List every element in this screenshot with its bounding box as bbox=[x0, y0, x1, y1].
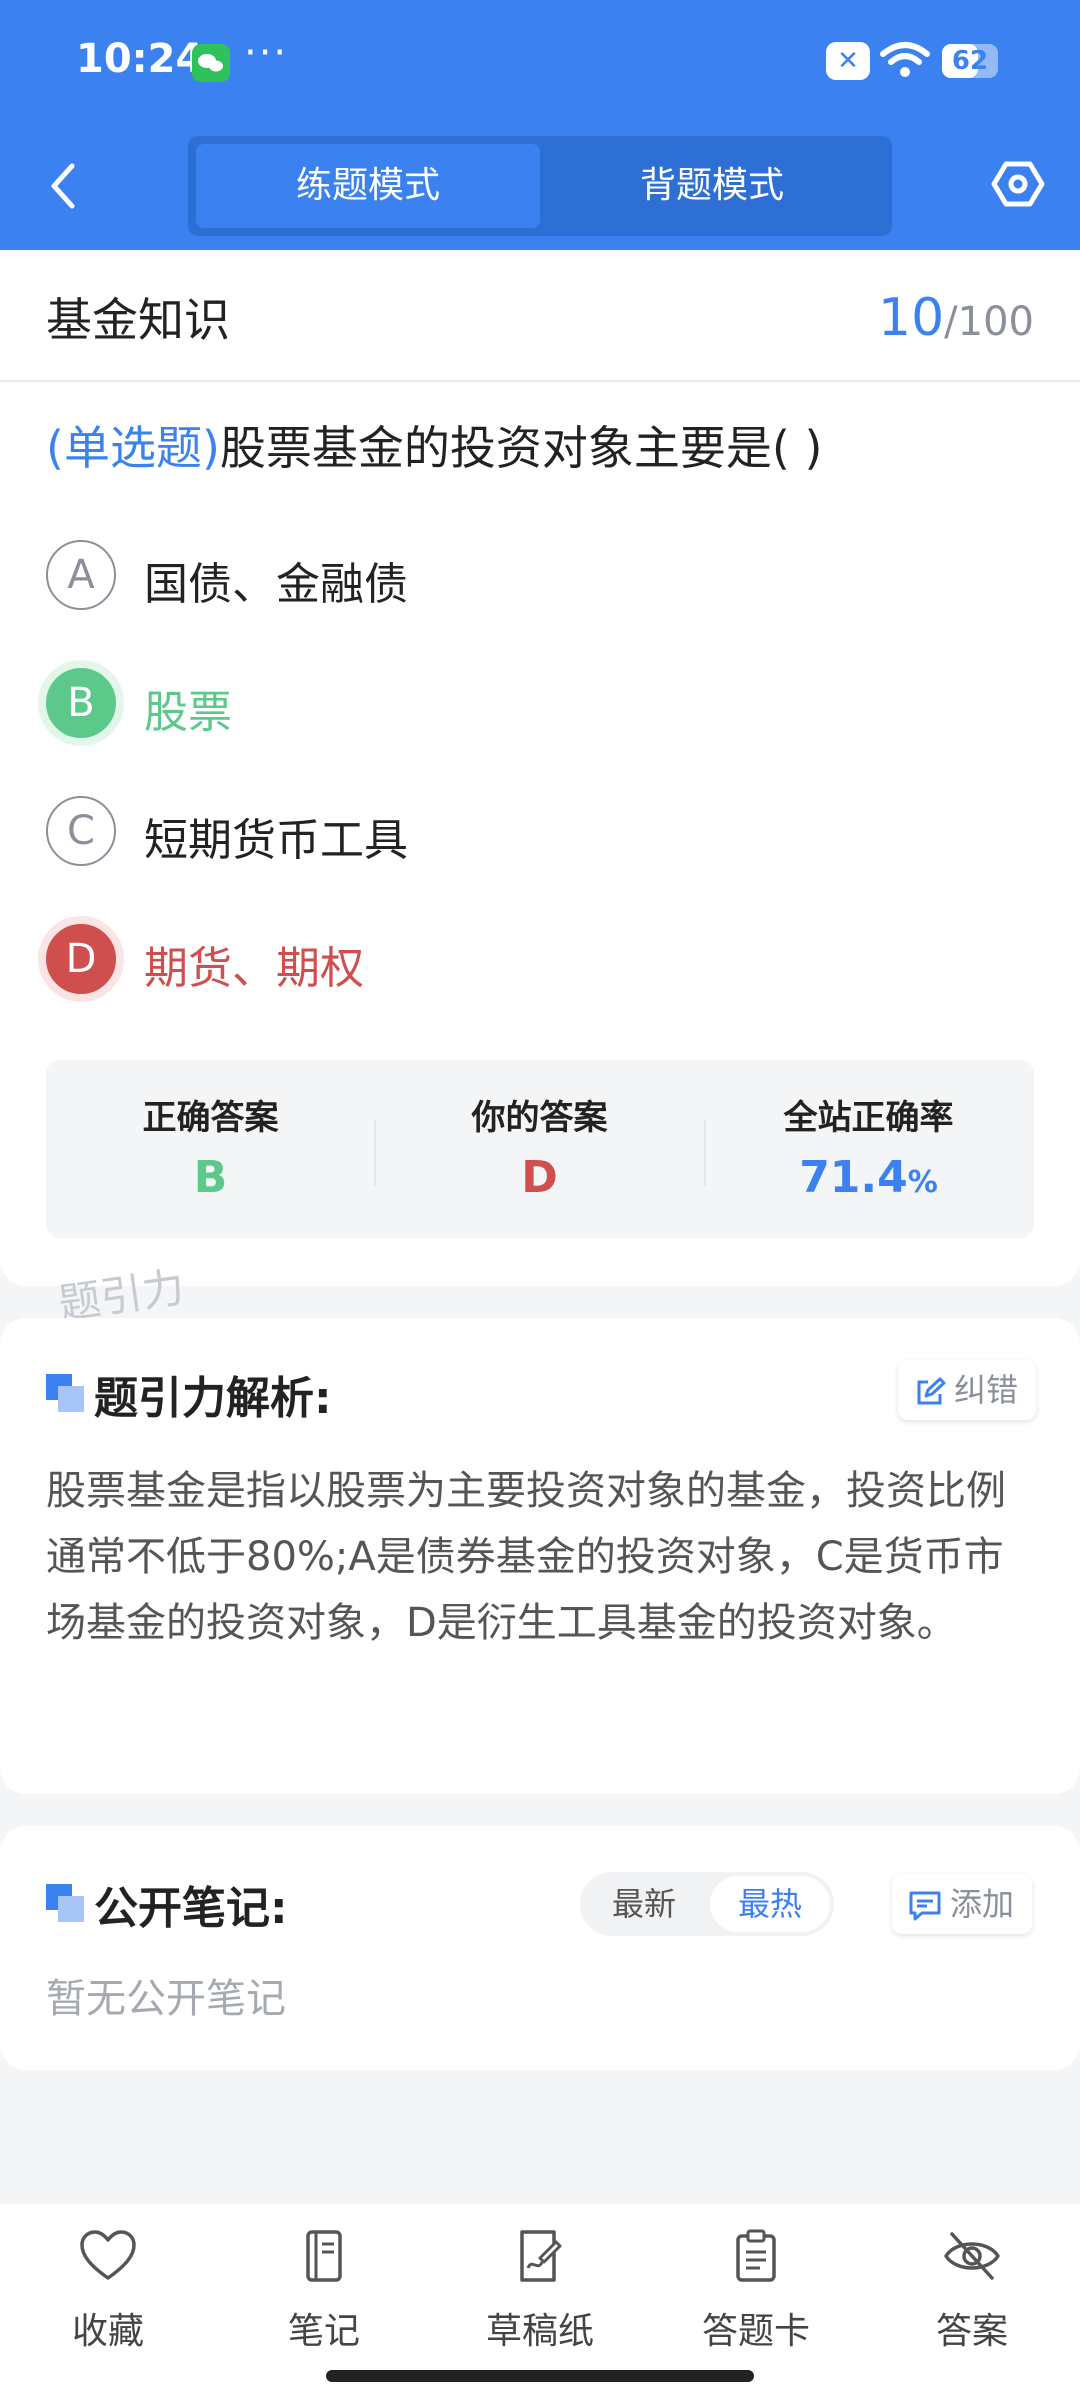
notes-title: 公开笔记: bbox=[94, 1883, 288, 1934]
notes-empty-state: 暂无公开笔记 bbox=[46, 1976, 286, 2022]
option-text: 期货、期权 bbox=[144, 943, 364, 994]
your-answer-label: 你的答案 bbox=[471, 1098, 608, 1138]
nav-label: 笔记 bbox=[287, 2311, 360, 2352]
nav-answer-sheet[interactable]: 答题卡 bbox=[648, 2228, 864, 2354]
accuracy-value: 71.4% bbox=[704, 1152, 1033, 1203]
notes-sort-toggle: 最新 最热 bbox=[580, 1872, 834, 1936]
more-notifications-icon: ··· bbox=[244, 30, 289, 76]
subject-title: 基金知识 bbox=[46, 293, 230, 347]
progress-total: /100 bbox=[944, 299, 1034, 345]
your-answer-value: D bbox=[521, 1152, 558, 1203]
report-error-label: 纠错 bbox=[954, 1371, 1019, 1409]
option-b[interactable]: B 股票 bbox=[46, 668, 946, 740]
option-text: 国债、金融债 bbox=[144, 559, 408, 610]
notes-section: 公开笔记: 最新 最热 添加 暂无公开笔记 bbox=[0, 1826, 1080, 2070]
settings-icon[interactable] bbox=[990, 156, 1046, 212]
nav-draft[interactable]: 草稿纸 bbox=[432, 2228, 648, 2354]
option-d[interactable]: D 期货、期权 bbox=[46, 924, 946, 996]
sort-newest[interactable]: 最新 bbox=[584, 1876, 704, 1932]
nav-answer[interactable]: 答案 bbox=[864, 2228, 1080, 2354]
accuracy-label: 全站正确率 bbox=[783, 1098, 954, 1138]
eye-off-icon bbox=[944, 2232, 1000, 2280]
sort-hottest[interactable]: 最热 bbox=[710, 1876, 830, 1932]
clipboard-icon bbox=[736, 2229, 776, 2282]
wechat-notification-icon bbox=[192, 44, 230, 82]
option-letter: A bbox=[46, 540, 116, 610]
question-text: (单选题)股票基金的投资对象主要是( ) bbox=[46, 412, 822, 478]
nav-favorite[interactable]: 收藏 bbox=[0, 2228, 216, 2354]
no-sim-icon: ✕ bbox=[826, 42, 870, 80]
edit-icon bbox=[917, 1377, 946, 1405]
nav-label: 答案 bbox=[935, 2311, 1008, 2352]
question-type-tag: (单选题) bbox=[46, 421, 220, 475]
accuracy-stat: 全站正确率 71.4% bbox=[704, 1060, 1033, 1238]
correct-answer-label: 正确答案 bbox=[142, 1098, 279, 1138]
correct-answer-stat: 正确答案 B bbox=[46, 1060, 375, 1238]
nav-notes[interactable]: 笔记 bbox=[216, 2228, 432, 2354]
battery-level: 62 bbox=[951, 46, 989, 76]
option-text: 短期货币工具 bbox=[144, 815, 408, 866]
question-progress: 10/100 bbox=[878, 288, 1034, 348]
heart-icon bbox=[80, 2230, 136, 2280]
option-letter: C bbox=[46, 796, 116, 866]
analysis-title: 题引力解析: bbox=[94, 1373, 332, 1424]
home-indicator[interactable] bbox=[326, 2370, 754, 2382]
nav-label: 收藏 bbox=[71, 2311, 144, 2352]
comment-icon bbox=[909, 1891, 941, 1921]
progress-current: 10 bbox=[878, 288, 945, 348]
option-letter: D bbox=[46, 924, 116, 994]
notebook-icon bbox=[306, 2230, 342, 2282]
option-letter: B bbox=[46, 668, 116, 738]
status-time: 10:24 bbox=[76, 36, 204, 82]
mode-switch: 练题模式 背题模式 bbox=[188, 136, 892, 236]
back-button[interactable] bbox=[44, 158, 84, 214]
section-marker-icon bbox=[46, 1884, 84, 1922]
option-text: 股票 bbox=[144, 687, 232, 738]
tab-memorize-mode[interactable]: 背题模式 bbox=[540, 144, 884, 228]
answer-summary: 正确答案 B 你的答案 D 全站正确率 71.4% bbox=[46, 1060, 1034, 1238]
nav-label: 答题卡 bbox=[701, 2311, 810, 2352]
report-error-button[interactable]: 纠错 bbox=[898, 1360, 1037, 1420]
add-note-label: 添加 bbox=[950, 1885, 1015, 1923]
analysis-text: 股票基金是指以股票为主要投资对象的基金，投资比例通常不低于80%;A是债券基金的… bbox=[46, 1468, 1006, 1646]
option-a[interactable]: A 国债、金融债 bbox=[46, 540, 946, 612]
question-stem: 股票基金的投资对象主要是( ) bbox=[219, 421, 823, 475]
your-answer-stat: 你的答案 D bbox=[375, 1060, 704, 1238]
option-c[interactable]: C 短期货币工具 bbox=[46, 796, 946, 868]
section-marker-icon bbox=[46, 1374, 84, 1412]
nav-label: 草稿纸 bbox=[485, 2311, 594, 2352]
accuracy-unit: % bbox=[907, 1165, 938, 1200]
wifi-icon bbox=[880, 40, 930, 84]
correct-answer-value: B bbox=[193, 1152, 228, 1203]
draft-icon bbox=[520, 2230, 562, 2282]
subject-bar: 基金知识 10/100 bbox=[0, 250, 1080, 382]
status-bar: 10:24 ··· ✕ 62 bbox=[0, 0, 1080, 120]
accuracy-number: 71.4 bbox=[799, 1152, 908, 1203]
tab-practice-mode[interactable]: 练题模式 bbox=[196, 144, 540, 228]
analysis-section: 题引力解析: 纠错 股票基金是指以股票为主要投资对象的基金，投资比例通常不低于8… bbox=[0, 1318, 1080, 1794]
add-note-button[interactable]: 添加 bbox=[892, 1874, 1033, 1934]
question-card: (单选题)股票基金的投资对象主要是( ) A 国债、金融债 B 股票 C 短期货… bbox=[0, 382, 1080, 1286]
battery-icon: 62 bbox=[942, 44, 998, 78]
